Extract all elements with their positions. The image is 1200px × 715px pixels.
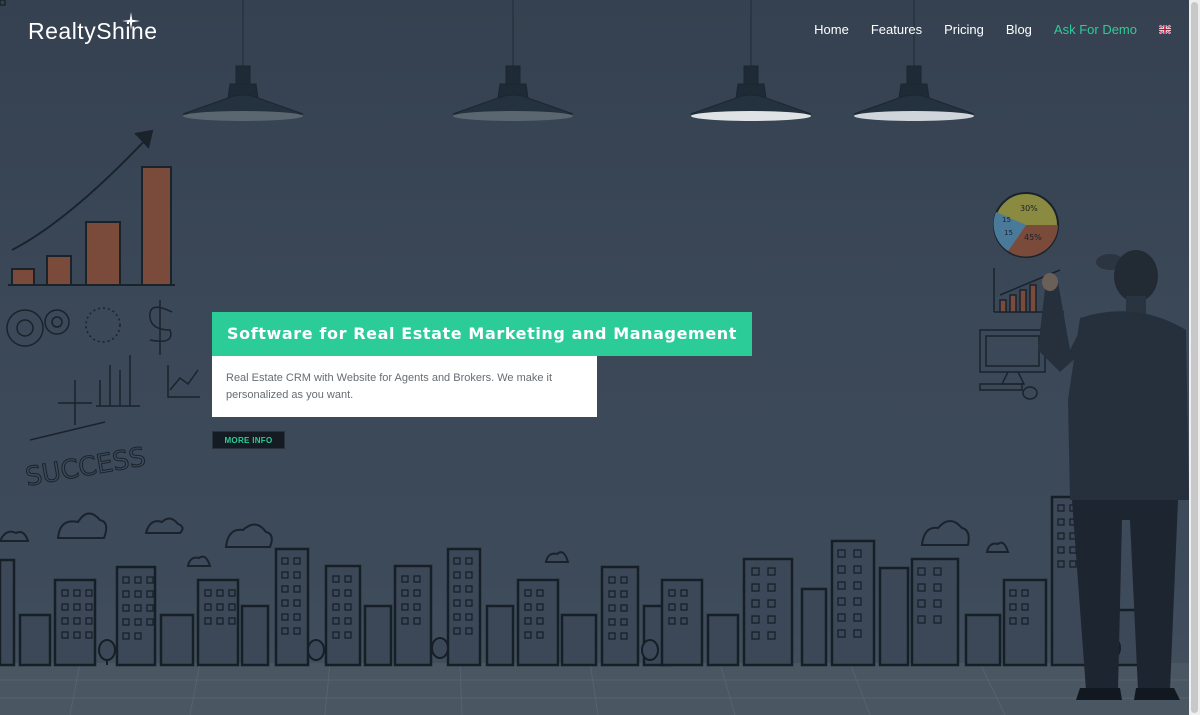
uk-flag-icon[interactable] (1159, 25, 1171, 34)
nav-blog[interactable]: Blog (1006, 22, 1032, 37)
realtyshine-logo[interactable]: RealtyShine (28, 12, 158, 45)
svg-text:30%: 30% (1020, 204, 1038, 213)
growth-chart-doodle (8, 129, 175, 286)
svg-text:45%: 45% (1024, 233, 1042, 242)
more-info-button[interactable]: MORE INFO (212, 431, 285, 449)
city-skyline (0, 495, 1160, 667)
nav-ask-for-demo[interactable]: Ask For Demo (1054, 22, 1137, 37)
page-scrollbar[interactable] (1189, 0, 1200, 715)
hero-description: Real Estate CRM with Website for Agents … (226, 372, 553, 401)
doodles-left: SUCCESS (6, 300, 200, 493)
sparkle-icon (122, 12, 140, 30)
hero-headline: Software for Real Estate Marketing and M… (212, 312, 753, 356)
nav-features[interactable]: Features (871, 22, 922, 37)
scrollbar-thumb[interactable] (1191, 2, 1198, 713)
hero-section: SUCCESS 30% 45% 15 15 RealtyShine Home F… (0, 0, 1189, 715)
hero-description-box: Real Estate CRM with Website for Agents … (212, 356, 597, 417)
main-nav: Home Features Pricing Blog Ask For Demo (792, 22, 1171, 37)
svg-text:15: 15 (1004, 229, 1013, 237)
nav-home[interactable]: Home (814, 22, 849, 37)
nav-pricing[interactable]: Pricing (944, 22, 984, 37)
svg-text:15: 15 (1002, 216, 1011, 224)
top-header: RealtyShine Home Features Pricing Blog A… (0, 0, 1189, 64)
svg-text:SUCCESS: SUCCESS (23, 442, 148, 493)
